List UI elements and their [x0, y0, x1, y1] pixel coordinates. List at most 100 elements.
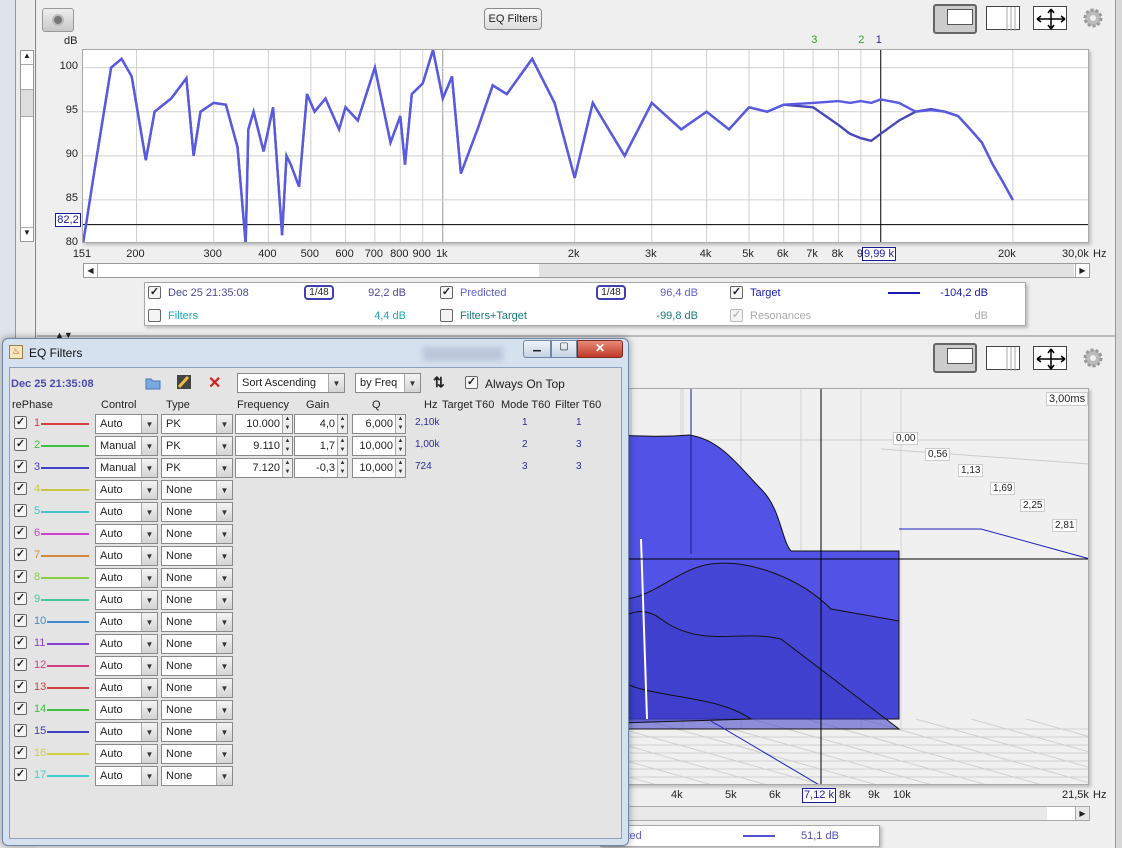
- legend-checkbox[interactable]: ✓: [148, 286, 161, 299]
- scroll-right-arrow[interactable]: ▶: [1075, 807, 1089, 820]
- limits-button[interactable]: [1033, 6, 1067, 30]
- screenshot-camera-button[interactable]: [42, 8, 74, 32]
- legend-checkbox[interactable]: [440, 309, 453, 322]
- control-select[interactable]: Manual ▼: [95, 436, 158, 456]
- filter-marker[interactable]: 2: [858, 34, 864, 46]
- rephase-checkbox[interactable]: ✓: [14, 548, 27, 561]
- x-scroll-thumb[interactable]: [539, 264, 1074, 277]
- control-select[interactable]: Auto ▼: [95, 656, 158, 676]
- type-select[interactable]: None ▼: [161, 634, 233, 654]
- control-select[interactable]: Auto ▼: [95, 678, 158, 698]
- control-select[interactable]: Auto ▼: [95, 546, 158, 566]
- scroll-right-arrow[interactable]: ▶: [1075, 264, 1089, 277]
- sort-order-select[interactable]: Sort Ascending ▼: [237, 373, 345, 393]
- rephase-checkbox[interactable]: ✓: [14, 658, 27, 671]
- rephase-checkbox[interactable]: ✓: [14, 614, 27, 627]
- maximize-button[interactable]: ▢: [551, 340, 577, 358]
- type-select[interactable]: None ▼: [161, 722, 233, 742]
- frequency-spinner[interactable]: 7.120 ▲ ▼: [235, 458, 293, 478]
- gain-spinner[interactable]: -0,3 ▲ ▼: [294, 458, 348, 478]
- rephase-checkbox[interactable]: ✓: [14, 702, 27, 715]
- smoothing-button[interactable]: 1/48: [304, 285, 334, 300]
- zoom-controls-toggle-2[interactable]: [933, 343, 977, 373]
- control-select[interactable]: Auto ▼: [95, 766, 158, 786]
- rephase-checkbox[interactable]: ✓: [14, 482, 27, 495]
- type-select[interactable]: None ▼: [161, 568, 233, 588]
- spinner-arrows-icon[interactable]: ▲ ▼: [395, 459, 405, 477]
- spinner-arrows-icon[interactable]: ▲ ▼: [337, 459, 347, 477]
- type-select[interactable]: None ▼: [161, 700, 233, 720]
- control-select[interactable]: Auto ▼: [95, 700, 158, 720]
- scroll-thumb[interactable]: [21, 89, 33, 117]
- sort-button[interactable]: ⇅: [433, 374, 445, 391]
- frequency-spinner[interactable]: 10.000 ▲ ▼: [235, 414, 293, 434]
- spinner-arrows-icon[interactable]: ▲ ▼: [282, 459, 292, 477]
- spinner-arrows-icon[interactable]: ▲ ▼: [282, 415, 292, 433]
- rephase-checkbox[interactable]: ✓: [14, 504, 27, 517]
- control-select[interactable]: Auto ▼: [95, 612, 158, 632]
- window-scrollbar[interactable]: [1115, 0, 1122, 848]
- scroll-down-arrow[interactable]: ▼: [21, 227, 33, 241]
- type-select[interactable]: None ▼: [161, 612, 233, 632]
- type-select[interactable]: None ▼: [161, 480, 233, 500]
- control-select[interactable]: Auto ▼: [95, 744, 158, 764]
- control-select[interactable]: Manual ▼: [95, 458, 158, 478]
- y-axis-scrollbar[interactable]: ▲ ▼: [20, 50, 34, 242]
- panel-divider[interactable]: [37, 335, 1115, 337]
- rephase-checkbox[interactable]: ✓: [14, 438, 27, 451]
- smoothing-button[interactable]: 1/48: [596, 285, 626, 300]
- control-select[interactable]: Auto ▼: [95, 722, 158, 742]
- filter-marker[interactable]: 1: [876, 34, 882, 46]
- rephase-checkbox[interactable]: ✓: [14, 416, 27, 429]
- type-select[interactable]: PK ▼: [161, 414, 233, 434]
- rephase-checkbox[interactable]: ✓: [14, 746, 27, 759]
- legend-checkbox[interactable]: [148, 309, 161, 322]
- q-spinner[interactable]: 10,000 ▲ ▼: [352, 436, 406, 456]
- limits-button-2[interactable]: [1033, 346, 1067, 370]
- clear-filters-button[interactable]: ✕: [208, 373, 221, 393]
- type-select[interactable]: None ▼: [161, 524, 233, 544]
- rephase-checkbox[interactable]: ✓: [14, 680, 27, 693]
- frequency-spinner[interactable]: 9.110 ▲ ▼: [235, 436, 293, 456]
- x-scroll-thumb[interactable]: [1047, 807, 1075, 820]
- settings-button[interactable]: [1083, 8, 1103, 28]
- control-select[interactable]: Auto ▼: [95, 480, 158, 500]
- control-select[interactable]: Auto ▼: [95, 414, 158, 434]
- scroll-up-arrow[interactable]: ▲: [21, 51, 33, 65]
- sort-by-select[interactable]: by Freq ▼: [355, 373, 421, 393]
- type-select[interactable]: None ▼: [161, 546, 233, 566]
- rephase-checkbox[interactable]: ✓: [14, 636, 27, 649]
- rephase-checkbox[interactable]: ✓: [14, 768, 27, 781]
- legend-checkbox[interactable]: ✓: [730, 286, 743, 299]
- always-on-top-checkbox[interactable]: ✓: [465, 376, 478, 389]
- spinner-arrows-icon[interactable]: ▲ ▼: [395, 415, 405, 433]
- grid-lines-button[interactable]: [986, 6, 1020, 31]
- eq-filters-button[interactable]: EQ Filters: [484, 8, 542, 30]
- type-select[interactable]: None ▼: [161, 766, 233, 786]
- rephase-checkbox[interactable]: ✓: [14, 570, 27, 583]
- frequency-response-plot[interactable]: [82, 49, 1089, 243]
- spinner-arrows-icon[interactable]: ▲ ▼: [282, 437, 292, 455]
- settings-button-2[interactable]: [1083, 348, 1103, 368]
- spinner-arrows-icon[interactable]: ▲ ▼: [337, 415, 347, 433]
- rephase-checkbox[interactable]: ✓: [14, 460, 27, 473]
- control-select[interactable]: Auto ▼: [95, 568, 158, 588]
- spinner-arrows-icon[interactable]: ▲ ▼: [395, 437, 405, 455]
- waterfall-x-scrollbar[interactable]: ▶: [620, 806, 1090, 821]
- close-button[interactable]: ✕: [577, 340, 623, 358]
- control-select[interactable]: Auto ▼: [95, 590, 158, 610]
- q-spinner[interactable]: 10,000 ▲ ▼: [352, 458, 406, 478]
- gain-spinner[interactable]: 4,0 ▲ ▼: [294, 414, 348, 434]
- type-select[interactable]: None ▼: [161, 656, 233, 676]
- type-select[interactable]: PK ▼: [161, 458, 233, 478]
- rephase-checkbox[interactable]: ✓: [14, 526, 27, 539]
- control-select[interactable]: Auto ▼: [95, 634, 158, 654]
- type-select[interactable]: PK ▼: [161, 436, 233, 456]
- q-spinner[interactable]: 6,000 ▲ ▼: [352, 414, 406, 434]
- control-select[interactable]: Auto ▼: [95, 524, 158, 544]
- zoom-controls-toggle[interactable]: [933, 4, 977, 34]
- open-filters-button[interactable]: [145, 376, 161, 390]
- minimize-button[interactable]: ▁: [523, 340, 551, 358]
- edit-filters-button[interactable]: [176, 374, 192, 390]
- type-select[interactable]: None ▼: [161, 590, 233, 610]
